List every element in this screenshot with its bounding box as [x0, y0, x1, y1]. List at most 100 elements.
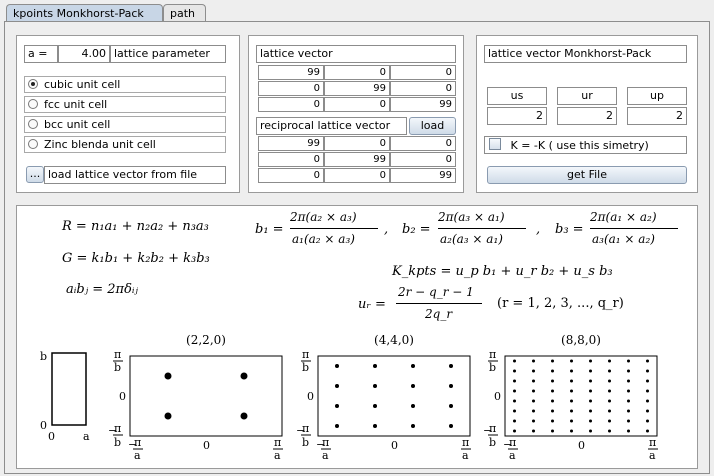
- pi-label: π: [134, 436, 141, 449]
- kpoint-dot: [551, 379, 554, 383]
- kpoint-dot: [589, 399, 592, 403]
- r-equation: R = n₁a₁ + n₂a₂ + n₃a₃: [62, 219, 209, 234]
- kpoint-dot: [627, 409, 630, 413]
- kpoint-dot: [589, 429, 592, 433]
- u-fraction-bar: [396, 303, 482, 304]
- lattice-vector-cell[interactable]: 0: [258, 81, 324, 96]
- b2-symbol: b₂ =: [402, 222, 431, 237]
- b3-denominator: a₃(a₁ × a₂): [592, 232, 655, 246]
- pi-label: π: [649, 436, 656, 449]
- grid-title: (2,2,0): [186, 333, 226, 347]
- load-lattice-vector-label: load lattice vector from file: [44, 166, 226, 184]
- kpoint-dot: [551, 429, 554, 433]
- pi-label: π: [489, 422, 496, 435]
- kpoint-dot: [164, 372, 172, 380]
- kpoint-dot: [449, 384, 453, 388]
- kpoint-dot: [551, 359, 554, 363]
- u-range: (r = 1, 2, 3, ..., q_r): [497, 296, 624, 311]
- radio-label: fcc unit cell: [44, 98, 108, 111]
- browse-file-button[interactable]: ...: [26, 166, 44, 183]
- kpoint-dot: [513, 359, 516, 363]
- kpoint-dot: [627, 389, 630, 393]
- cell-zero-y-label: 0: [40, 419, 47, 432]
- zero-label: 0: [203, 439, 210, 452]
- reciprocal-vector-cell[interactable]: 0: [324, 168, 390, 183]
- pi-label: π: [462, 436, 469, 449]
- kpoint-dot: [570, 379, 573, 383]
- b-label: b: [302, 361, 309, 374]
- kpoint-dot: [627, 419, 630, 423]
- kpoint-dot: [532, 429, 535, 433]
- kpoint-dot: [608, 359, 611, 363]
- lattice-vector-cell[interactable]: 0: [390, 81, 456, 96]
- reciprocal-vector-cell[interactable]: 99: [390, 168, 456, 183]
- lattice-vector-cell[interactable]: 0: [258, 97, 324, 112]
- ab-equation: aᵢbⱼ = 2πδᵢⱼ: [66, 282, 138, 297]
- tab-path[interactable]: path: [163, 4, 206, 22]
- load-button[interactable]: load: [409, 117, 456, 135]
- checkbox-icon[interactable]: [489, 138, 501, 150]
- kpoint-dot: [646, 369, 649, 373]
- kpoint-dot: [627, 369, 630, 373]
- kpoint-dot: [646, 359, 649, 363]
- pi-label: π: [274, 436, 281, 449]
- reciprocal-vector-cell[interactable]: 99: [324, 152, 390, 167]
- kpoint-dot: [513, 419, 516, 423]
- grid-frame: [129, 355, 283, 437]
- kpoint-dot: [335, 424, 339, 428]
- kpoint-dot: [411, 364, 415, 368]
- lattice-vector-cell[interactable]: 99: [258, 65, 324, 80]
- reciprocal-vector-cell[interactable]: 0: [324, 136, 390, 151]
- cell-b-label: b: [40, 350, 47, 363]
- lattice-vector-cell[interactable]: 0: [324, 97, 390, 112]
- us-input[interactable]: 2: [487, 107, 547, 125]
- kpoint-dot: [335, 364, 339, 368]
- kpoint-dot: [551, 389, 554, 393]
- get-file-button[interactable]: get File: [487, 166, 687, 184]
- up-input[interactable]: 2: [627, 107, 687, 125]
- kpoint-dot: [411, 384, 415, 388]
- a-value-input[interactable]: 4.00: [58, 45, 110, 63]
- b-label: b: [114, 436, 121, 449]
- kpoint-dot: [646, 409, 649, 413]
- kpoint-dot: [589, 369, 592, 373]
- kpoint-dot: [411, 424, 415, 428]
- radio-fcc-unit-cell[interactable]: fcc unit cell: [24, 96, 226, 113]
- a-label: a: [322, 449, 329, 462]
- lattice-vector-cell[interactable]: 0: [324, 65, 390, 80]
- kpoint-dot: [608, 389, 611, 393]
- reciprocal-vector-cell[interactable]: 0: [258, 168, 324, 183]
- radio-cubic-unit-cell[interactable]: cubic unit cell: [24, 76, 226, 93]
- kpoint-dot: [589, 359, 592, 363]
- lattice-vector-cell[interactable]: 99: [390, 97, 456, 112]
- reciprocal-vector-cell[interactable]: 0: [258, 152, 324, 167]
- b-label: b: [489, 436, 496, 449]
- a-label: a: [462, 449, 469, 462]
- kpoint-dot: [373, 384, 377, 388]
- kpoint-dot: [627, 399, 630, 403]
- kpoint-dot: [627, 379, 630, 383]
- reciprocal-vector-cell[interactable]: 99: [258, 136, 324, 151]
- lattice-vector-cell[interactable]: 99: [324, 81, 390, 96]
- pi-label: π: [509, 436, 516, 449]
- kpoint-dot: [589, 409, 592, 413]
- kpoint-dot: [608, 369, 611, 373]
- reciprocal-vector-cell[interactable]: 0: [390, 152, 456, 167]
- b1-numerator: 2π(a₂ × a₃): [290, 210, 357, 224]
- a-label: a: [134, 449, 141, 462]
- pi-label: π: [302, 348, 309, 361]
- kpoint-dot: [608, 429, 611, 433]
- kpoint-grid-plots: (2,2,0)πb0−πb −πa0 πa(4,4,0)πb0−πb −πa0 πa(8…: [108, 333, 658, 462]
- b1-fraction-bar: [290, 228, 378, 229]
- ur-input[interactable]: 2: [557, 107, 617, 125]
- reciprocal-vector-cell[interactable]: 0: [390, 136, 456, 151]
- radio-bcc-unit-cell[interactable]: bcc unit cell: [24, 116, 226, 133]
- symmetry-checkbox-row[interactable]: K = -K ( use this simetry): [484, 136, 687, 154]
- radio-zinc-blenda-unit-cell[interactable]: Zinc blenda unit cell: [24, 136, 226, 153]
- lattice-vector-cell[interactable]: 0: [390, 65, 456, 80]
- grid-frame: [317, 355, 471, 437]
- u-denominator: 2q_r: [425, 307, 453, 321]
- pi-label: π: [322, 436, 329, 449]
- b-label: b: [302, 436, 309, 449]
- b3-symbol: b₃ =: [555, 222, 584, 237]
